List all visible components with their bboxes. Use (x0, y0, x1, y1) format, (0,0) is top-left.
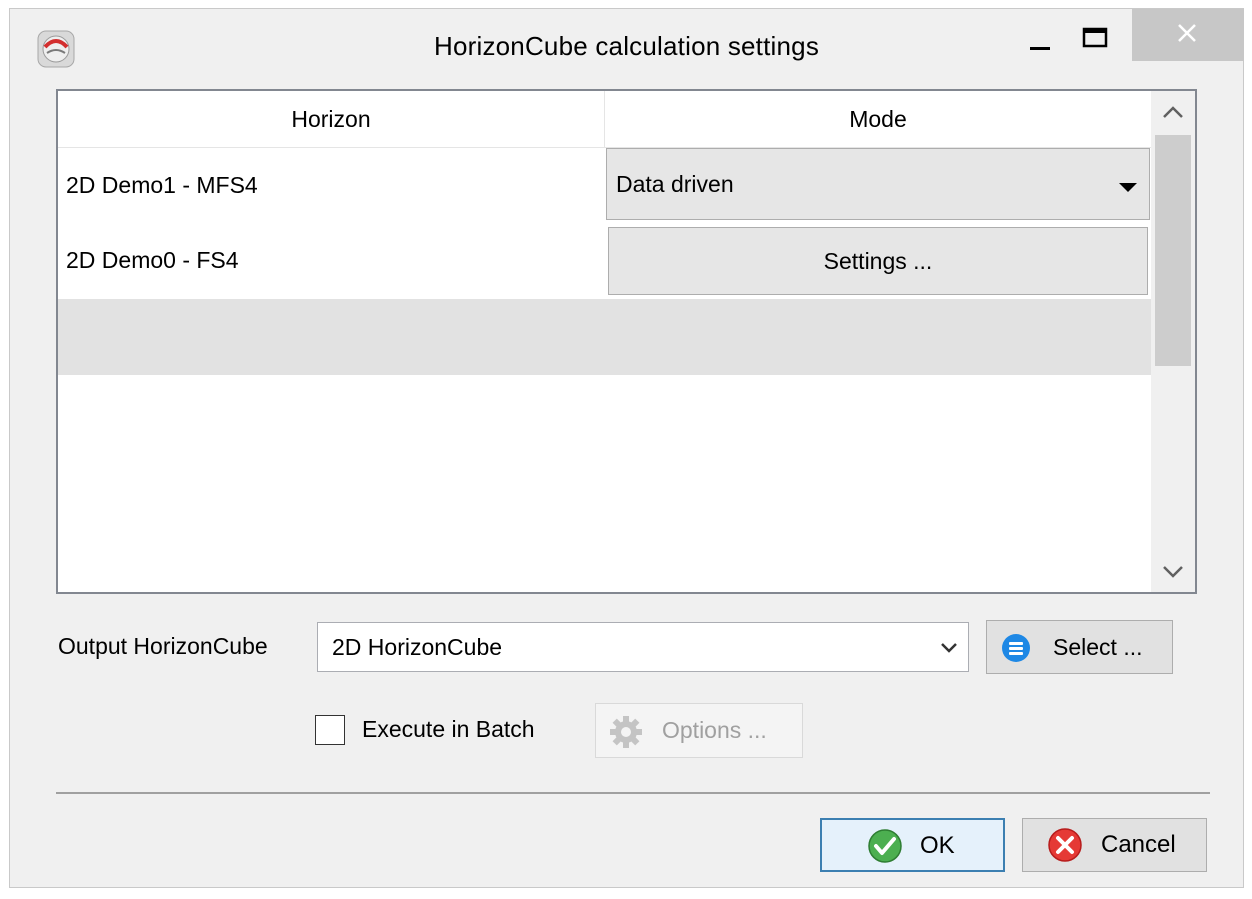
column-header-horizon[interactable]: Horizon (58, 91, 605, 148)
divider (56, 792, 1210, 794)
ok-button-label: OK (920, 832, 955, 859)
scrollbar-thumb[interactable] (1155, 135, 1191, 366)
horizon-table: Horizon Mode 2D Demo1 - MFS4 Data driven… (56, 89, 1197, 594)
output-horizoncube-label: Output HorizonCube (58, 633, 268, 659)
dialog-window: HorizonCube calculation settings Horizon… (9, 8, 1244, 888)
cancel-icon (1047, 827, 1083, 868)
cancel-button-label: Cancel (1101, 831, 1176, 858)
execute-in-batch-label[interactable]: Execute in Batch (362, 716, 535, 743)
mode-dropdown-value: Data driven (616, 171, 734, 197)
dropdown-arrow-icon (1119, 180, 1137, 198)
output-horizoncube-value: 2D HorizonCube (332, 634, 503, 660)
execute-in-batch-checkbox[interactable] (315, 715, 345, 745)
select-button-label: Select ... (1053, 634, 1143, 660)
scroll-up-icon[interactable] (1161, 105, 1185, 124)
mode-settings-button[interactable]: Settings ... (608, 227, 1148, 295)
output-horizoncube-combo[interactable]: 2D HorizonCube (317, 622, 969, 672)
select-button[interactable]: Select ... (986, 620, 1173, 674)
horizon-name: 2D Demo0 - FS4 (66, 247, 239, 273)
cancel-button[interactable]: Cancel (1022, 818, 1207, 872)
gear-icon (608, 714, 644, 755)
vertical-scrollbar[interactable] (1151, 91, 1195, 592)
ok-button[interactable]: OK (820, 818, 1005, 872)
list-icon (1001, 633, 1031, 668)
check-icon (867, 828, 903, 869)
column-header-mode[interactable]: Mode (605, 91, 1151, 148)
minimize-button[interactable] (1020, 17, 1060, 61)
scroll-down-icon[interactable] (1161, 565, 1185, 584)
horizon-name: 2D Demo1 - MFS4 (66, 172, 258, 198)
chevron-down-icon (940, 641, 958, 659)
mode-dropdown[interactable]: Data driven (606, 148, 1150, 220)
options-button[interactable]: Options ... (595, 703, 803, 758)
empty-table-row[interactable] (58, 299, 1151, 375)
title-bar[interactable]: HorizonCube calculation settings (10, 9, 1244, 84)
close-window-button[interactable] (1132, 9, 1244, 61)
maximize-button[interactable] (1075, 17, 1115, 61)
options-button-label: Options ... (662, 717, 767, 743)
